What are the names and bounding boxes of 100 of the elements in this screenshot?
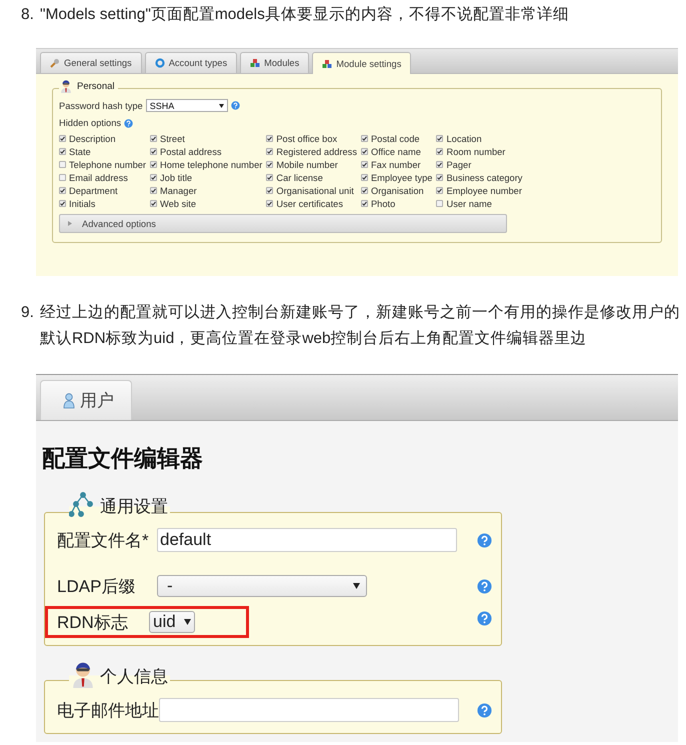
option-label: Photo bbox=[370, 198, 396, 208]
checkbox[interactable] bbox=[360, 174, 368, 181]
field-label: LDAP后缀 bbox=[57, 576, 136, 598]
option-label: Room number bbox=[446, 146, 506, 156]
checkbox[interactable] bbox=[266, 200, 274, 207]
hash-label: Password hash type bbox=[59, 100, 143, 110]
checkbox[interactable] bbox=[59, 148, 66, 155]
checkbox[interactable] bbox=[360, 187, 368, 194]
page-title: 配置文件编辑器 bbox=[42, 444, 204, 473]
option-label: Telephone number bbox=[69, 160, 146, 170]
checkbox[interactable] bbox=[360, 200, 368, 207]
hidden-options-label: Hidden options bbox=[59, 118, 122, 128]
caret-icon bbox=[184, 619, 191, 625]
checkbox[interactable] bbox=[150, 200, 158, 207]
checkbox[interactable] bbox=[59, 187, 66, 194]
person-icon bbox=[59, 79, 73, 93]
checkbox[interactable] bbox=[150, 148, 158, 155]
ring-icon bbox=[154, 58, 165, 68]
help-icon[interactable] bbox=[124, 118, 134, 128]
tab[interactable]: 用户 bbox=[40, 380, 132, 420]
option-label: Department bbox=[69, 186, 118, 196]
section-title: Personal bbox=[77, 80, 114, 92]
tab[interactable]: Modules bbox=[240, 52, 310, 73]
checkbox[interactable] bbox=[360, 161, 368, 168]
wrench-icon bbox=[50, 58, 60, 68]
help-icon[interactable] bbox=[477, 702, 492, 718]
option-label: Street bbox=[160, 134, 185, 144]
field-label: 配置文件名* bbox=[57, 530, 150, 552]
option-label: Postal code bbox=[370, 134, 420, 144]
hash-select[interactable]: SSHA bbox=[146, 99, 228, 112]
option-label: Office name bbox=[370, 146, 421, 156]
option-label: Web site bbox=[160, 198, 196, 208]
checkbox[interactable] bbox=[59, 174, 66, 181]
option-label: Initials bbox=[69, 198, 96, 208]
option-label: Car license bbox=[276, 172, 323, 182]
step-text: 经过上边的配置就可以进入控制台新建账号了，新建账号之前一个有用的操作是修改用户的默认RDN标致为uid，更高位置在登录web控制台后右上角配置文件编辑器里边 bbox=[40, 303, 680, 349]
help-icon[interactable] bbox=[477, 578, 492, 594]
tab[interactable]: General settings bbox=[40, 52, 142, 73]
help-icon[interactable] bbox=[477, 532, 492, 548]
checkbox[interactable] bbox=[266, 148, 274, 155]
checkbox[interactable] bbox=[150, 187, 158, 194]
input-field[interactable]: default bbox=[157, 528, 457, 552]
tab[interactable]: Module settings bbox=[312, 52, 412, 74]
option-label: Description bbox=[69, 134, 116, 144]
checkbox[interactable] bbox=[150, 174, 158, 181]
group-title: 通用设置 bbox=[100, 496, 168, 518]
checkbox[interactable] bbox=[436, 135, 444, 142]
checkbox[interactable] bbox=[59, 135, 66, 142]
option-label: Employee number bbox=[446, 186, 522, 196]
blocks-icon bbox=[322, 58, 332, 68]
option-label: Mobile number bbox=[276, 160, 338, 170]
field-label: RDN标志 bbox=[57, 612, 129, 634]
checkbox[interactable] bbox=[360, 148, 368, 155]
group-title: 个人信息 bbox=[100, 666, 168, 688]
step-text: "Models setting"页面配置models具体要显示的内容，不得不说配置非常详细 bbox=[40, 5, 570, 25]
help-icon[interactable] bbox=[477, 610, 492, 626]
option-label: Registered address bbox=[276, 146, 357, 156]
option-label: User name bbox=[446, 198, 492, 208]
checkbox[interactable] bbox=[360, 135, 368, 142]
option-label: Organisational unit bbox=[276, 186, 354, 196]
option-label: Pager bbox=[446, 160, 472, 170]
option-label: User certificates bbox=[276, 198, 344, 208]
checkbox[interactable] bbox=[266, 135, 274, 142]
checkbox[interactable] bbox=[150, 161, 158, 168]
caret-icon bbox=[353, 583, 360, 589]
option-label: Email address bbox=[69, 172, 128, 182]
option-label: Employee type bbox=[370, 172, 432, 182]
select-field[interactable]: uid bbox=[149, 611, 195, 633]
option-label: Fax number bbox=[370, 160, 421, 170]
option-label: Organisation bbox=[370, 186, 424, 196]
advanced-options-bar[interactable]: Advanced options bbox=[59, 214, 507, 233]
option-label: Post office box bbox=[276, 134, 338, 144]
tab[interactable]: Account types bbox=[144, 52, 238, 73]
user-icon bbox=[63, 392, 75, 408]
blocks-icon bbox=[250, 58, 260, 68]
checkbox[interactable] bbox=[436, 148, 444, 155]
option-label: Manager bbox=[160, 186, 197, 196]
checkbox[interactable] bbox=[150, 135, 158, 142]
caret-icon bbox=[68, 221, 72, 226]
checkbox[interactable] bbox=[266, 161, 274, 168]
field-label: 电子邮件地址 bbox=[57, 700, 159, 722]
option-label: Business category bbox=[446, 172, 522, 182]
option-label: Location bbox=[446, 134, 482, 144]
checkbox[interactable] bbox=[436, 174, 444, 181]
checkbox[interactable] bbox=[59, 200, 66, 207]
option-label: Job title bbox=[160, 172, 192, 182]
checkbox[interactable] bbox=[436, 161, 444, 168]
help-icon[interactable] bbox=[230, 101, 240, 110]
option-label: State bbox=[69, 146, 91, 156]
checkbox[interactable] bbox=[266, 187, 274, 194]
select-field[interactable]: - bbox=[157, 575, 367, 597]
checkbox[interactable] bbox=[59, 161, 66, 168]
checkbox[interactable] bbox=[436, 187, 444, 194]
checkbox[interactable] bbox=[436, 200, 444, 207]
option-label: Home telephone number bbox=[160, 160, 262, 170]
caret-icon bbox=[218, 104, 224, 108]
checkbox[interactable] bbox=[266, 174, 274, 181]
step-number: 9. bbox=[21, 303, 34, 323]
input-field[interactable] bbox=[159, 698, 459, 722]
step-number: 8. bbox=[21, 5, 34, 25]
